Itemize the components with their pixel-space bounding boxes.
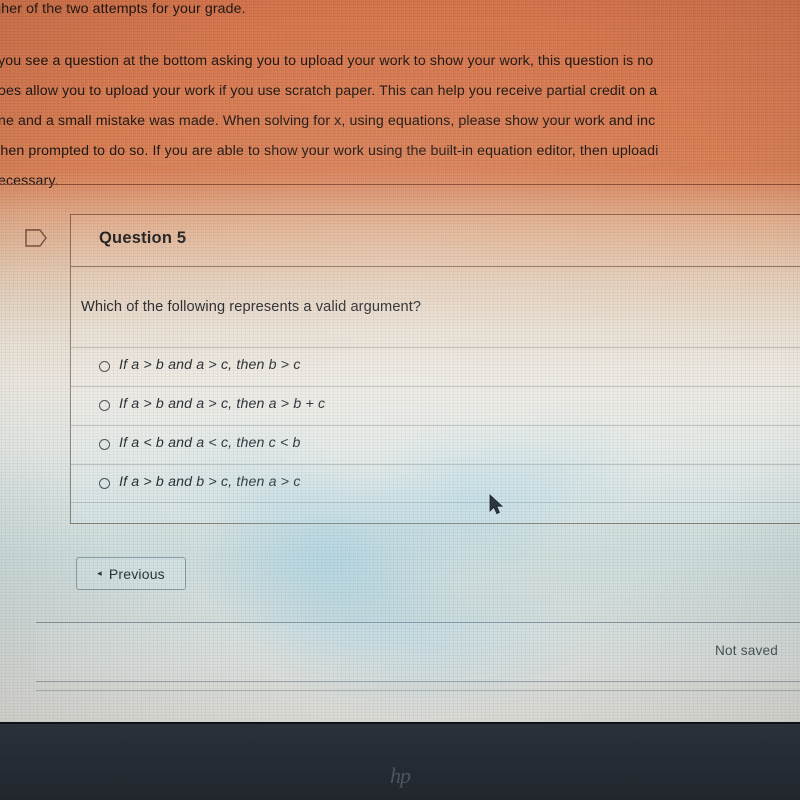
answer-option-label: If a > b and a > c, then a > b + c bbox=[119, 396, 326, 412]
answer-option-label: If a > b and a > c, then b > c bbox=[119, 357, 301, 373]
answer-option-1[interactable]: If a > b and a > c, then b > c bbox=[71, 347, 800, 386]
radio-button-icon[interactable] bbox=[99, 400, 110, 411]
instructions-line: does allow you to upload your work if yo… bbox=[0, 83, 658, 99]
laptop-screen: igher of the two attempts for your grade… bbox=[0, 0, 800, 722]
page-bottom-divider bbox=[36, 690, 800, 691]
instructions-line: one and a small mistake was made. When s… bbox=[0, 113, 656, 129]
instructions-paragraph: igher of the two attempts for your grade… bbox=[0, 0, 800, 196]
answer-option-label: If a < b and a < c, then c < b bbox=[119, 435, 301, 451]
flag-outline-icon[interactable] bbox=[24, 228, 48, 248]
bezel-top-edge bbox=[0, 722, 800, 724]
answer-option-label: If a > b and b > c, then a > c bbox=[119, 474, 301, 490]
section-divider bbox=[0, 184, 800, 185]
question-prompt: Which of the following represents a vali… bbox=[81, 299, 422, 315]
instructions-line: when prompted to do so. If you are able … bbox=[0, 143, 659, 159]
answer-option-3[interactable]: If a < b and a < c, then c < b bbox=[71, 425, 800, 464]
answer-option-4[interactable]: If a > b and b > c, then a > c bbox=[71, 464, 800, 503]
quiz-page: igher of the two attempts for your grade… bbox=[0, 0, 800, 722]
save-status-text: Not saved bbox=[714, 643, 778, 658]
question-title: Question 5 bbox=[99, 229, 187, 247]
instructions-line: f you see a question at the bottom askin… bbox=[0, 53, 654, 69]
hp-logo: hp bbox=[390, 763, 411, 788]
quiz-status-bar: Not saved bbox=[36, 622, 800, 682]
previous-button-label: Previous bbox=[108, 565, 165, 582]
chevron-left-icon: ◂ bbox=[97, 567, 102, 578]
answer-option-2[interactable]: If a > b and a > c, then a > b + c bbox=[71, 386, 800, 425]
previous-button[interactable]: ◂ Previous bbox=[76, 557, 186, 590]
radio-button-icon[interactable] bbox=[99, 361, 110, 372]
photo-of-laptop-screen: igher of the two attempts for your grade… bbox=[0, 0, 800, 800]
question-header: Question 5 bbox=[71, 215, 800, 267]
instructions-line: igher of the two attempts for your grade… bbox=[0, 1, 246, 17]
instructions-line: necessary. bbox=[0, 173, 59, 189]
question-card: Question 5 Which of the following repres… bbox=[70, 214, 800, 524]
radio-button-icon[interactable] bbox=[99, 439, 110, 450]
answer-options-list: If a > b and a > c, then b > c If a > b … bbox=[71, 347, 800, 503]
radio-button-icon[interactable] bbox=[99, 478, 110, 489]
laptop-bezel: hp bbox=[0, 722, 800, 800]
